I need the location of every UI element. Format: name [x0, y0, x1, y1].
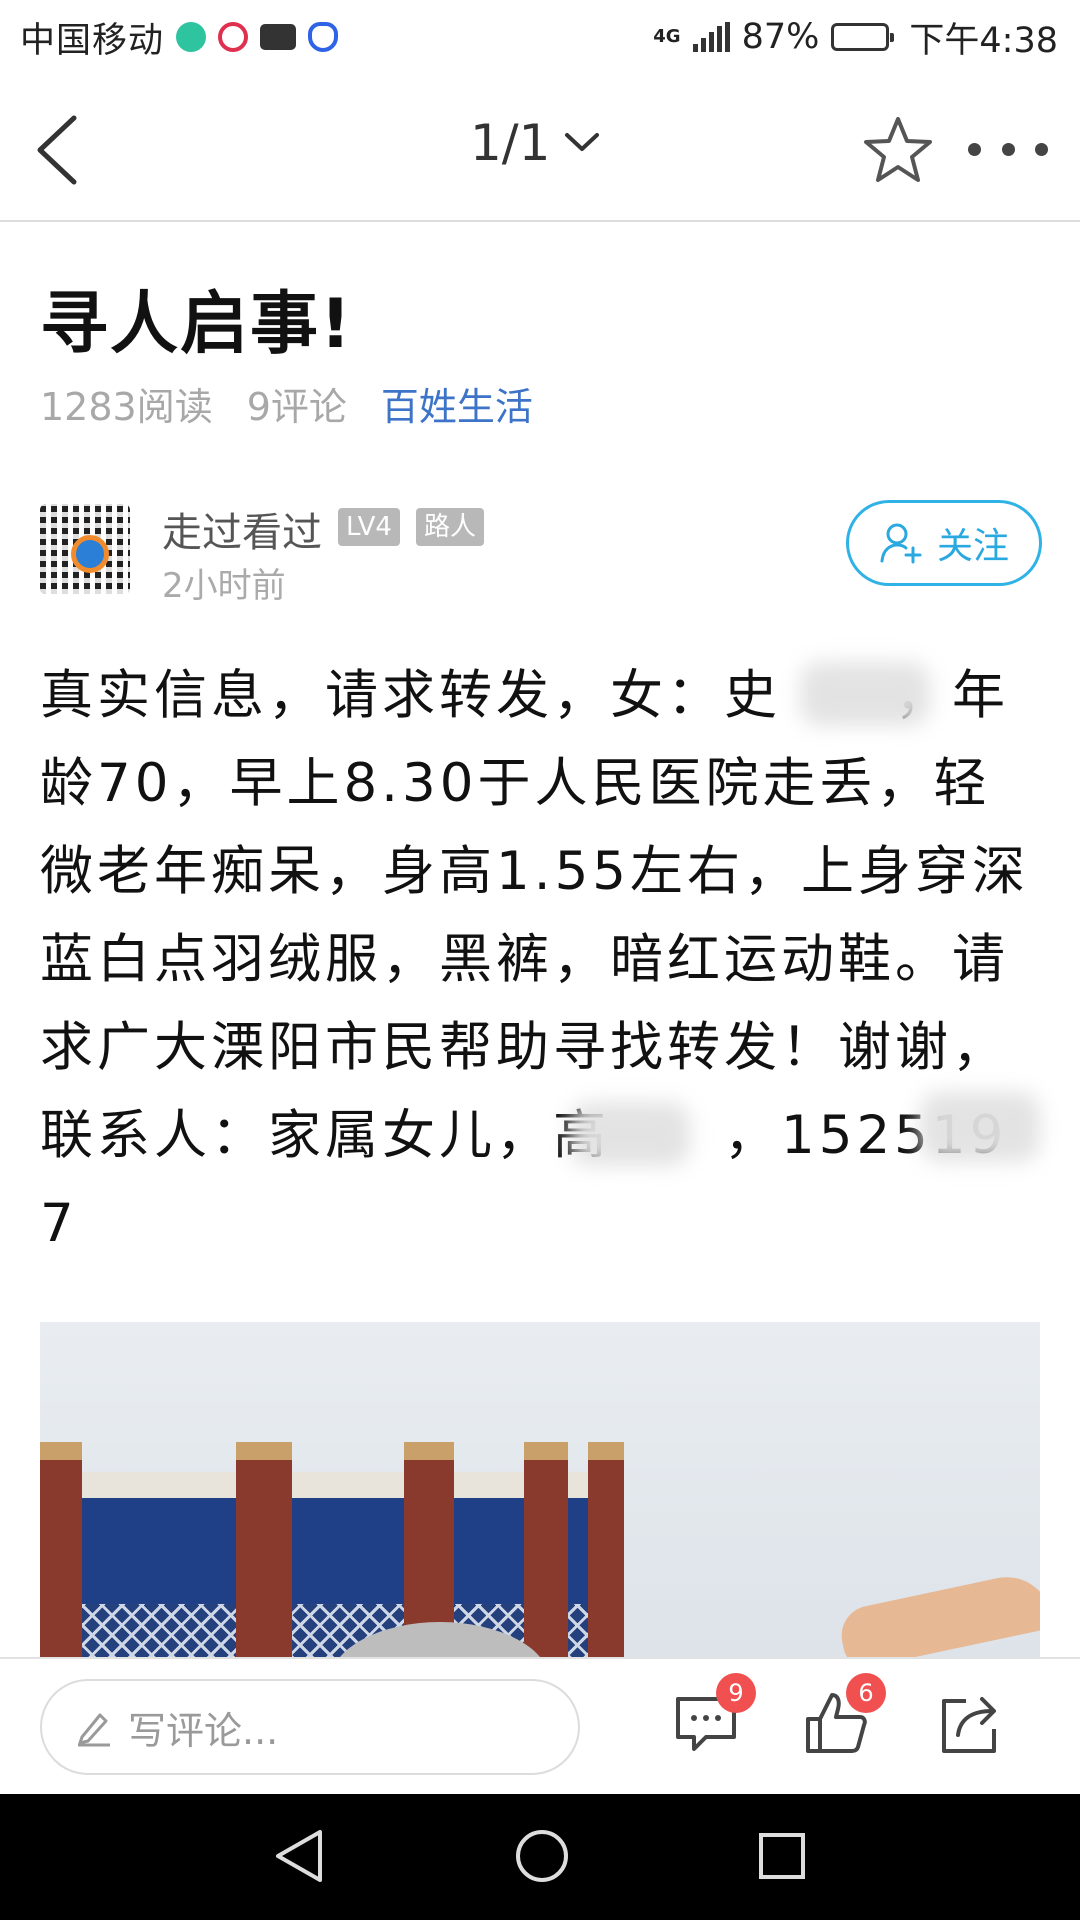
comment-placeholder: 写评论...	[128, 1708, 279, 1753]
system-home-button[interactable]	[512, 1826, 572, 1890]
more-dot-icon	[968, 142, 981, 156]
carrier-name: 中国移动	[20, 20, 165, 61]
author-name[interactable]: 走过看过	[162, 500, 322, 558]
comment-count-badge: 9	[716, 1673, 756, 1713]
network-type: 4G	[653, 26, 681, 47]
photo-roofline	[40, 1472, 600, 1498]
avatar[interactable]	[40, 504, 130, 594]
article-title: 寻人启事!	[40, 285, 354, 364]
add-user-icon	[880, 523, 922, 564]
page-indicator-label: 1/1	[470, 114, 551, 172]
system-recents-button[interactable]	[756, 1830, 808, 1886]
comment-count-label[interactable]: 9评论	[247, 376, 347, 431]
status-bar: 中国移动 4G 87% 下午4:38	[0, 0, 1080, 74]
photo-hand	[836, 1568, 1040, 1657]
back-button[interactable]	[30, 108, 110, 188]
page-indicator-dropdown[interactable]: 1/1	[470, 114, 600, 172]
photo-pillar	[40, 1442, 82, 1657]
system-back-button[interactable]	[272, 1826, 328, 1890]
follow-button[interactable]: 关注	[846, 500, 1042, 586]
post-time: 2小时前	[162, 566, 286, 606]
read-count: 1283阅读	[40, 385, 213, 429]
photo-pillar	[236, 1442, 292, 1657]
square-recents-icon	[759, 1833, 805, 1879]
status-left: 中国移动	[20, 12, 339, 63]
status-right: 4G 87% 下午4:38	[653, 12, 1058, 63]
chevron-down-icon	[565, 133, 600, 151]
article-body: 真实信息，请求转发，女：史 ，年龄70，早上8.30于人民医院走丢，轻微老年痴呆…	[40, 665, 1080, 1254]
system-nav-bar	[0, 1794, 1080, 1920]
signal-icon	[692, 22, 730, 52]
baidu-icon	[308, 22, 339, 52]
category-link[interactable]: 百姓生活	[381, 376, 533, 431]
author-row: 走过看过 LV4 路人 2小时前 关注	[40, 500, 1042, 606]
triangle-back-icon	[276, 1830, 322, 1882]
meituan-icon	[176, 22, 207, 52]
share-button[interactable]	[936, 1689, 1006, 1759]
video-icon	[218, 22, 249, 52]
briefcase-icon	[260, 24, 297, 50]
comment-input[interactable]: 写评论...	[40, 1679, 580, 1775]
chevron-left-icon	[37, 115, 77, 185]
like-count-badge: 6	[846, 1673, 886, 1713]
more-dot-icon	[1035, 142, 1048, 156]
top-nav-bar: 1/1	[0, 74, 1080, 222]
circle-home-icon	[516, 1830, 568, 1882]
more-dot-icon	[1001, 142, 1015, 156]
bottom-action-bar: 写评论... 9 6	[0, 1657, 1080, 1794]
privacy-blur	[920, 1092, 1040, 1162]
privacy-blur	[800, 662, 930, 726]
photo-pillar	[588, 1442, 624, 1657]
star-icon	[864, 117, 932, 182]
app-screen: 中国移动 4G 87% 下午4:38 1/1 寻人启事! 1283阅读 9评论 …	[0, 0, 1080, 1920]
battery-icon	[831, 23, 895, 51]
battery-percent: 87%	[741, 17, 820, 57]
role-badge: 路人	[416, 508, 485, 546]
privacy-blur	[570, 1102, 690, 1166]
follow-label: 关注	[936, 526, 1009, 567]
share-icon	[942, 1697, 996, 1753]
comments-button[interactable]: 9	[672, 1673, 756, 1759]
more-options-button[interactable]	[968, 134, 1048, 164]
article-meta: 1283阅读 9评论 百姓生活	[40, 376, 533, 431]
photo-pillar	[524, 1442, 568, 1657]
like-button[interactable]: 6	[802, 1673, 886, 1759]
pencil-icon	[78, 1713, 110, 1747]
level-badge: LV4	[338, 508, 400, 546]
article-photo[interactable]	[40, 1322, 1040, 1657]
clock: 下午4:38	[909, 20, 1058, 61]
favorite-button[interactable]	[862, 114, 934, 186]
